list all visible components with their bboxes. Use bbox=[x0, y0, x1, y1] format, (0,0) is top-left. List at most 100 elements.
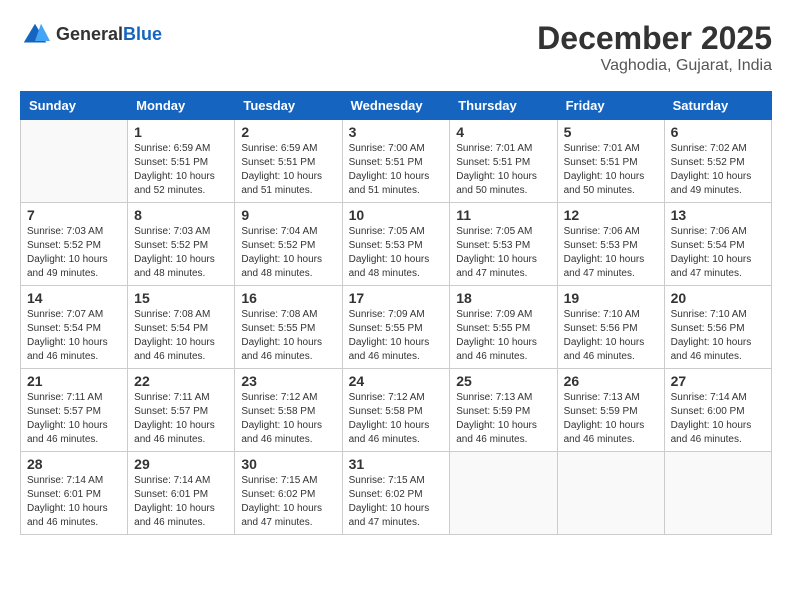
cell-info: Sunrise: 7:02 AM Sunset: 5:52 PM Dayligh… bbox=[671, 142, 765, 198]
day-number: 23 bbox=[241, 373, 335, 389]
page-header: GeneralBlue December 2025 Vaghodia, Guja… bbox=[20, 20, 772, 75]
day-number: 16 bbox=[241, 290, 335, 306]
logo-icon bbox=[20, 20, 50, 50]
calendar-cell: 8 Sunrise: 7:03 AM Sunset: 5:52 PM Daylig… bbox=[128, 203, 235, 286]
day-number: 29 bbox=[134, 456, 228, 472]
day-number: 12 bbox=[564, 207, 658, 223]
calendar-cell: 26 Sunrise: 7:13 AM Sunset: 5:59 PM Dayli… bbox=[557, 369, 664, 452]
day-number: 30 bbox=[241, 456, 335, 472]
calendar-cell: 5Sunrise: 7:01 AM Sunset: 5:51 PM Daylig… bbox=[557, 120, 664, 203]
day-number: 28 bbox=[27, 456, 121, 472]
calendar-cell: 9Sunrise: 7:04 AM Sunset: 5:52 PM Daylig… bbox=[235, 203, 342, 286]
day-number: 11 bbox=[456, 207, 550, 223]
calendar-cell: 2 Sunrise: 6:59 AM Sunset: 5:51 PM Daylig… bbox=[235, 120, 342, 203]
calendar-cell: 30 Sunrise: 7:15 AM Sunset: 6:02 PM Dayli… bbox=[235, 452, 342, 535]
cell-info: Sunrise: 7:14 AM Sunset: 6:01 PM Dayligh… bbox=[27, 474, 121, 530]
day-number: 8 bbox=[134, 207, 228, 223]
cell-info: Sunrise: 7:05 AM Sunset: 5:53 PM Dayligh… bbox=[349, 225, 444, 281]
day-number: 17 bbox=[349, 290, 444, 306]
cell-info: Sunrise: 6:59 AM Sunset: 5:51 PM Dayligh… bbox=[241, 142, 335, 198]
day-header-thursday: Thursday bbox=[450, 92, 557, 120]
calendar-cell: 28 Sunrise: 7:14 AM Sunset: 6:01 PM Dayli… bbox=[21, 452, 128, 535]
cell-info: Sunrise: 7:09 AM Sunset: 5:55 PM Dayligh… bbox=[456, 308, 550, 364]
cell-info: Sunrise: 7:07 AM Sunset: 5:54 PM Dayligh… bbox=[27, 308, 121, 364]
day-number: 9 bbox=[241, 207, 335, 223]
calendar-week-4: 21 Sunrise: 7:11 AM Sunset: 5:57 PM Dayli… bbox=[21, 369, 772, 452]
day-number: 25 bbox=[456, 373, 550, 389]
cell-info: Sunrise: 7:01 AM Sunset: 5:51 PM Dayligh… bbox=[456, 142, 550, 198]
day-number: 19 bbox=[564, 290, 658, 306]
calendar-cell bbox=[450, 452, 557, 535]
calendar-cell bbox=[664, 452, 771, 535]
cell-info: Sunrise: 7:08 AM Sunset: 5:55 PM Dayligh… bbox=[241, 308, 335, 364]
calendar-cell: 19Sunrise: 7:10 AM Sunset: 5:56 PM Dayli… bbox=[557, 286, 664, 369]
location-subtitle: Vaghodia, Gujarat, India bbox=[537, 57, 772, 75]
calendar-cell: 4Sunrise: 7:01 AM Sunset: 5:51 PM Daylig… bbox=[450, 120, 557, 203]
day-number: 7 bbox=[27, 207, 121, 223]
day-header-tuesday: Tuesday bbox=[235, 92, 342, 120]
day-header-wednesday: Wednesday bbox=[342, 92, 450, 120]
cell-info: Sunrise: 7:09 AM Sunset: 5:55 PM Dayligh… bbox=[349, 308, 444, 364]
cell-info: Sunrise: 7:06 AM Sunset: 5:53 PM Dayligh… bbox=[564, 225, 658, 281]
cell-info: Sunrise: 7:11 AM Sunset: 5:57 PM Dayligh… bbox=[134, 391, 228, 447]
calendar-week-1: 1Sunrise: 6:59 AM Sunset: 5:51 PM Daylig… bbox=[21, 120, 772, 203]
cell-info: Sunrise: 7:14 AM Sunset: 6:00 PM Dayligh… bbox=[671, 391, 765, 447]
day-header-sunday: Sunday bbox=[21, 92, 128, 120]
day-number: 24 bbox=[349, 373, 444, 389]
calendar-cell: 18 Sunrise: 7:09 AM Sunset: 5:55 PM Dayli… bbox=[450, 286, 557, 369]
logo-general: GeneralBlue bbox=[56, 25, 162, 45]
calendar-cell bbox=[557, 452, 664, 535]
cell-info: Sunrise: 7:12 AM Sunset: 5:58 PM Dayligh… bbox=[241, 391, 335, 447]
cell-info: Sunrise: 7:11 AM Sunset: 5:57 PM Dayligh… bbox=[27, 391, 121, 447]
calendar-cell: 12 Sunrise: 7:06 AM Sunset: 5:53 PM Dayli… bbox=[557, 203, 664, 286]
calendar-cell: 14 Sunrise: 7:07 AM Sunset: 5:54 PM Dayli… bbox=[21, 286, 128, 369]
calendar-cell: 16 Sunrise: 7:08 AM Sunset: 5:55 PM Dayli… bbox=[235, 286, 342, 369]
month-title: December 2025 bbox=[537, 20, 772, 57]
cell-info: Sunrise: 7:05 AM Sunset: 5:53 PM Dayligh… bbox=[456, 225, 550, 281]
cell-info: Sunrise: 6:59 AM Sunset: 5:51 PM Dayligh… bbox=[134, 142, 228, 198]
day-number: 3 bbox=[349, 124, 444, 140]
day-number: 31 bbox=[349, 456, 444, 472]
calendar-cell: 31 Sunrise: 7:15 AM Sunset: 6:02 PM Dayli… bbox=[342, 452, 450, 535]
title-area: December 2025 Vaghodia, Gujarat, India bbox=[537, 20, 772, 75]
day-number: 2 bbox=[241, 124, 335, 140]
calendar-cell: 29 Sunrise: 7:14 AM Sunset: 6:01 PM Dayli… bbox=[128, 452, 235, 535]
day-header-friday: Friday bbox=[557, 92, 664, 120]
calendar-week-5: 28 Sunrise: 7:14 AM Sunset: 6:01 PM Dayli… bbox=[21, 452, 772, 535]
day-number: 14 bbox=[27, 290, 121, 306]
cell-info: Sunrise: 7:14 AM Sunset: 6:01 PM Dayligh… bbox=[134, 474, 228, 530]
day-number: 15 bbox=[134, 290, 228, 306]
cell-info: Sunrise: 7:01 AM Sunset: 5:51 PM Dayligh… bbox=[564, 142, 658, 198]
calendar-cell: 6 Sunrise: 7:02 AM Sunset: 5:52 PM Daylig… bbox=[664, 120, 771, 203]
calendar-cell: 15Sunrise: 7:08 AM Sunset: 5:54 PM Dayli… bbox=[128, 286, 235, 369]
cell-info: Sunrise: 7:00 AM Sunset: 5:51 PM Dayligh… bbox=[349, 142, 444, 198]
calendar-header-row: SundayMondayTuesdayWednesdayThursdayFrid… bbox=[21, 92, 772, 120]
calendar-cell: 20 Sunrise: 7:10 AM Sunset: 5:56 PM Dayli… bbox=[664, 286, 771, 369]
calendar-cell: 24 Sunrise: 7:12 AM Sunset: 5:58 PM Dayli… bbox=[342, 369, 450, 452]
day-number: 26 bbox=[564, 373, 658, 389]
calendar-cell: 1Sunrise: 6:59 AM Sunset: 5:51 PM Daylig… bbox=[128, 120, 235, 203]
cell-info: Sunrise: 7:15 AM Sunset: 6:02 PM Dayligh… bbox=[241, 474, 335, 530]
calendar-cell: 23 Sunrise: 7:12 AM Sunset: 5:58 PM Dayli… bbox=[235, 369, 342, 452]
day-number: 10 bbox=[349, 207, 444, 223]
calendar-week-2: 7 Sunrise: 7:03 AM Sunset: 5:52 PM Daylig… bbox=[21, 203, 772, 286]
cell-info: Sunrise: 7:12 AM Sunset: 5:58 PM Dayligh… bbox=[349, 391, 444, 447]
cell-info: Sunrise: 7:15 AM Sunset: 6:02 PM Dayligh… bbox=[349, 474, 444, 530]
day-number: 22 bbox=[134, 373, 228, 389]
day-number: 21 bbox=[27, 373, 121, 389]
calendar-table: SundayMondayTuesdayWednesdayThursdayFrid… bbox=[20, 91, 772, 535]
calendar-cell: 21 Sunrise: 7:11 AM Sunset: 5:57 PM Dayli… bbox=[21, 369, 128, 452]
calendar-cell: 13Sunrise: 7:06 AM Sunset: 5:54 PM Dayli… bbox=[664, 203, 771, 286]
day-header-saturday: Saturday bbox=[664, 92, 771, 120]
cell-info: Sunrise: 7:10 AM Sunset: 5:56 PM Dayligh… bbox=[671, 308, 765, 364]
calendar-cell: 11 Sunrise: 7:05 AM Sunset: 5:53 PM Dayli… bbox=[450, 203, 557, 286]
day-number: 18 bbox=[456, 290, 550, 306]
calendar-cell: 10 Sunrise: 7:05 AM Sunset: 5:53 PM Dayli… bbox=[342, 203, 450, 286]
cell-info: Sunrise: 7:13 AM Sunset: 5:59 PM Dayligh… bbox=[564, 391, 658, 447]
cell-info: Sunrise: 7:03 AM Sunset: 5:52 PM Dayligh… bbox=[134, 225, 228, 281]
day-header-monday: Monday bbox=[128, 92, 235, 120]
day-number: 20 bbox=[671, 290, 765, 306]
day-number: 13 bbox=[671, 207, 765, 223]
day-number: 6 bbox=[671, 124, 765, 140]
calendar-cell: 7Sunrise: 7:03 AM Sunset: 5:52 PM Daylig… bbox=[21, 203, 128, 286]
